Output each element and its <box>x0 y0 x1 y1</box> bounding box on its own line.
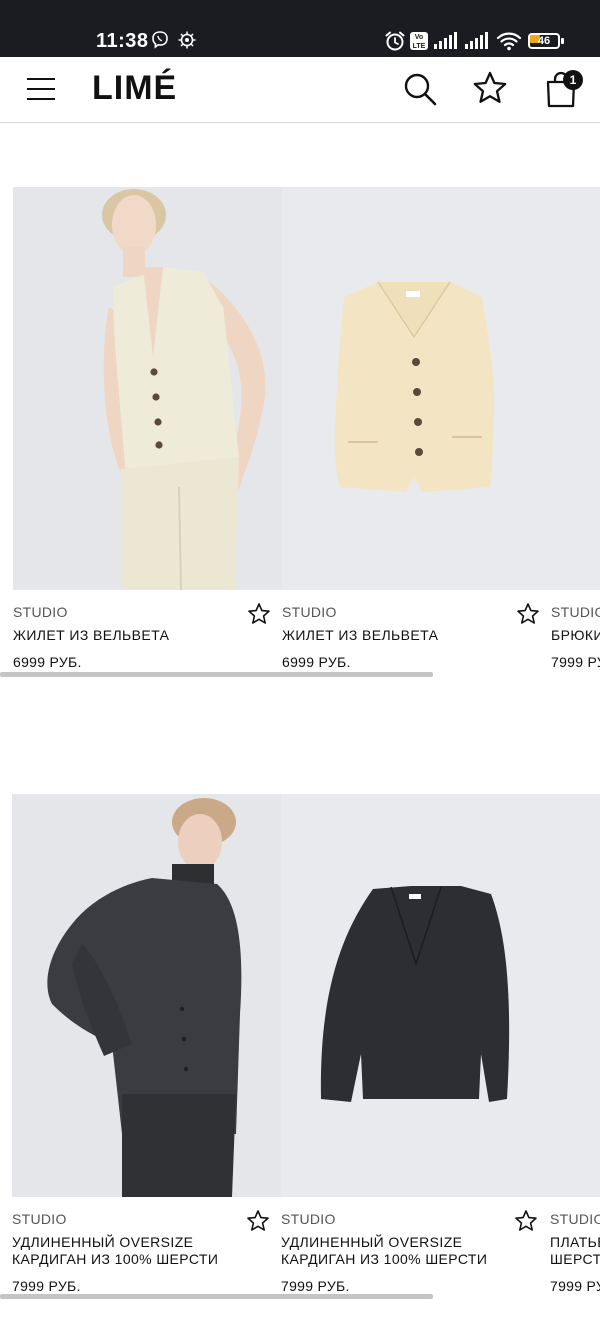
viber-icon <box>152 31 168 49</box>
product-image[interactable] <box>12 794 281 1197</box>
product-card[interactable]: STUDIO БРЮКИ 7999 РУБ. <box>551 187 600 679</box>
product-title[interactable]: УДЛИНЕННЫЙ OVERSIZE КАРДИГАН ИЗ 100% ШЕР… <box>12 1234 252 1268</box>
product-image[interactable] <box>550 794 600 1197</box>
product-title[interactable]: БРЮКИ <box>551 627 600 644</box>
carousel-scrollbar[interactable] <box>0 672 433 677</box>
product-carousel[interactable]: STUDIO УДЛИНЕННЫЙ OVERSIZE КАРДИГАН ИЗ 1… <box>0 794 600 1304</box>
wifi-icon <box>496 32 522 51</box>
model-cream-vest-image <box>13 187 282 590</box>
product-price: 7999 РУБ. <box>281 1278 350 1294</box>
status-time: 11:38 <box>96 30 149 52</box>
alarm-icon <box>385 31 405 51</box>
status-bar: 11:38 Vo LTE 46 <box>0 0 600 57</box>
dark-cardigan-flat-image <box>281 794 550 1197</box>
product-brand: STUDIO <box>281 1211 336 1227</box>
product-price: 6999 РУБ. <box>282 654 351 670</box>
model-dark-cardigan-image <box>12 794 281 1197</box>
product-brand: STUDIO <box>12 1211 67 1227</box>
product-image[interactable] <box>281 794 550 1197</box>
volte-icon: Vo LTE <box>410 32 428 50</box>
product-title[interactable]: ЖИЛЕТ ИЗ ВЕЛЬВЕТА <box>282 627 522 644</box>
menu-icon[interactable] <box>27 76 55 102</box>
product-card[interactable]: STUDIO ПЛАТЬЕ ШЕРСТЬ 7999 РУБ. <box>550 794 600 1304</box>
product-carousel[interactable]: STUDIO ЖИЛЕТ ИЗ ВЕЛЬВЕТА 6999 РУБ. STUDI… <box>0 187 600 679</box>
product-title[interactable]: ПЛАТЬЕ ШЕРСТЬ <box>550 1234 600 1268</box>
favorite-star-icon[interactable] <box>516 602 540 626</box>
battery-icon: 46 <box>528 33 564 49</box>
cream-vest-flat-image <box>282 187 551 590</box>
product-brand: STUDIO <box>550 1211 600 1227</box>
star-icon[interactable] <box>472 70 508 106</box>
product-brand: STUDIO <box>13 604 68 620</box>
carousel-scrollbar[interactable] <box>0 1294 433 1299</box>
product-price: 7999 РУБ. <box>551 654 600 670</box>
product-title[interactable]: УДЛИНЕННЫЙ OVERSIZE КАРДИГАН ИЗ 100% ШЕР… <box>281 1234 521 1268</box>
cart-count-badge: 1 <box>563 70 583 90</box>
product-brand: STUDIO <box>282 604 337 620</box>
favorite-star-icon[interactable] <box>246 1209 270 1233</box>
logo[interactable]: LIMÉ <box>92 69 177 108</box>
search-icon[interactable] <box>403 72 437 106</box>
app-header: LIMÉ 1 <box>0 57 600 123</box>
product-image[interactable] <box>282 187 551 590</box>
signal-icon <box>434 32 457 49</box>
product-brand: STUDIO <box>551 604 600 620</box>
product-price: 6999 РУБ. <box>13 654 82 670</box>
signal-icon <box>465 32 488 49</box>
product-price: 7999 РУБ. <box>12 1278 81 1294</box>
product-image[interactable] <box>13 187 282 590</box>
favorite-star-icon[interactable] <box>247 602 271 626</box>
product-card[interactable]: STUDIO УДЛИНЕННЫЙ OVERSIZE КАРДИГАН ИЗ 1… <box>281 794 550 1294</box>
product-card[interactable]: STUDIO ЖИЛЕТ ИЗ ВЕЛЬВЕТА 6999 РУБ. <box>282 187 551 670</box>
product-image[interactable] <box>551 187 600 590</box>
product-title[interactable]: ЖИЛЕТ ИЗ ВЕЛЬВЕТА <box>13 627 253 644</box>
product-card[interactable]: STUDIO УДЛИНЕННЫЙ OVERSIZE КАРДИГАН ИЗ 1… <box>12 794 281 1294</box>
product-price: 7999 РУБ. <box>550 1278 600 1294</box>
product-card[interactable]: STUDIO ЖИЛЕТ ИЗ ВЕЛЬВЕТА 6999 РУБ. <box>13 187 282 670</box>
favorite-star-icon[interactable] <box>514 1209 538 1233</box>
sync-icon <box>178 31 196 49</box>
battery-level: 46 <box>537 35 551 47</box>
